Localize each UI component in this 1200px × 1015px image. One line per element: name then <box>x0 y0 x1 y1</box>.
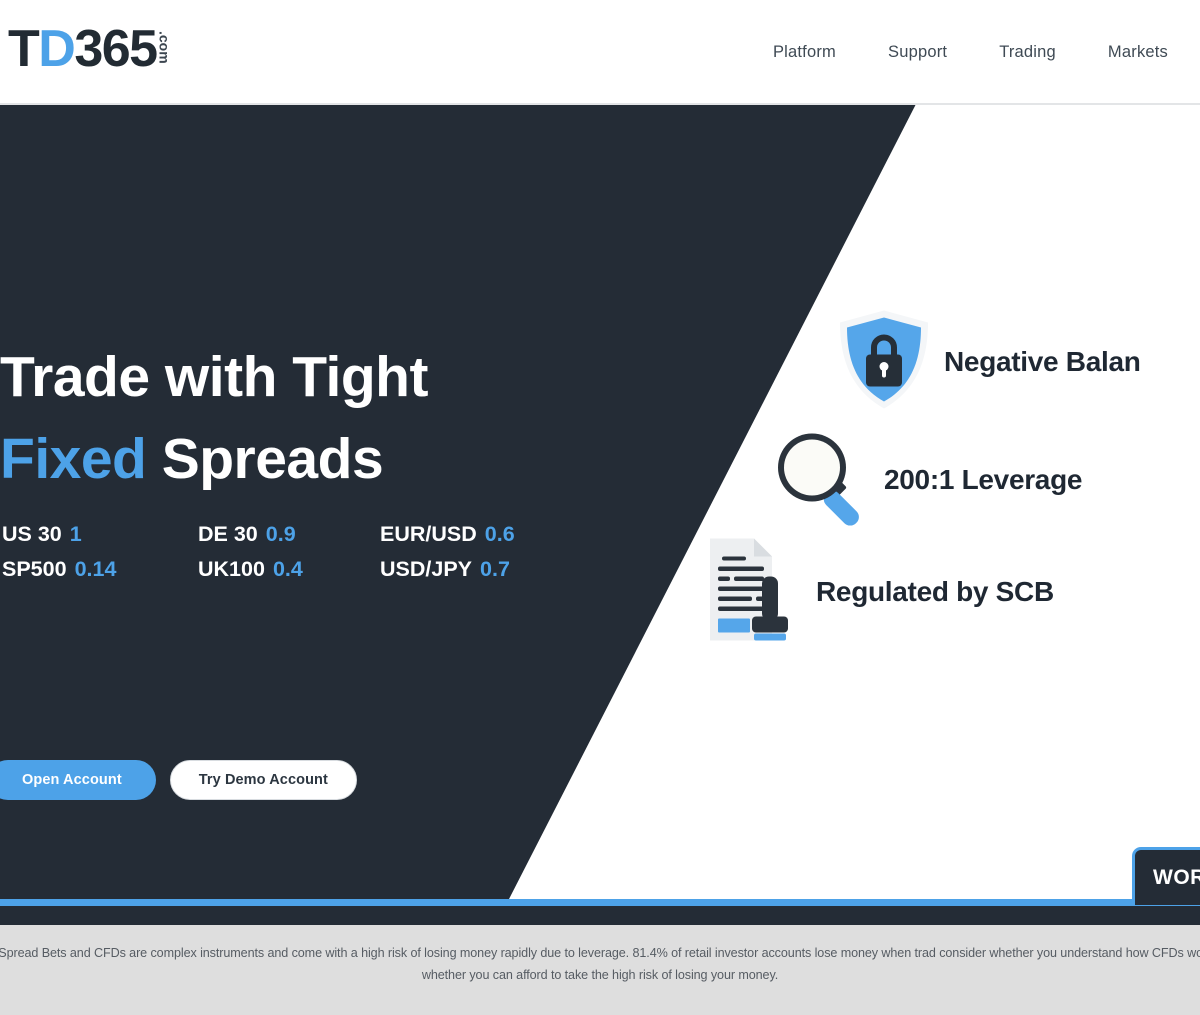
logo-tld: .com <box>156 31 173 64</box>
award-badge[interactable]: WOR <box>1132 847 1200 905</box>
magnifying-glass-icon <box>772 430 874 531</box>
nav-item-trading[interactable]: Trading <box>999 43 1056 62</box>
landing-page: T D 365 .com Platform Support Trading Ma… <box>0 0 1200 1015</box>
disclaimer-text: ancial Spread Bets and CFDs are complex … <box>0 942 1200 986</box>
feature-label: Negative Balan <box>944 346 1141 377</box>
hero-section: Trade with Tight Fixed Spreads US 30 1 D… <box>0 104 1200 901</box>
feature-label: Regulated by SCB <box>816 576 1054 607</box>
header-divider <box>0 103 1200 105</box>
hero-bottom-accent-rule <box>0 899 1200 906</box>
hero-bottom-dark-strip <box>0 906 1200 925</box>
award-badge-label: WOR <box>1153 865 1200 889</box>
main-navigation: Platform Support Trading Markets <box>773 0 1168 104</box>
feature-label: 200:1 Leverage <box>884 464 1083 495</box>
logo-letter-t: T <box>8 20 40 78</box>
brand-logo[interactable]: T D 365 .com <box>8 20 173 78</box>
disclaimer-line-1: ancial Spread Bets and CFDs are complex … <box>0 946 936 960</box>
feature-list: Negative Balan 200:1 Leverage Regulated … <box>0 104 1200 901</box>
shield-lock-icon <box>836 309 932 416</box>
site-header: T D 365 .com Platform Support Trading Ma… <box>0 0 1200 105</box>
nav-item-markets[interactable]: Markets <box>1108 43 1168 62</box>
feature-regulated: Regulated by SCB <box>700 538 1054 641</box>
feature-negative-balance: Negative Balan <box>836 310 1141 409</box>
nav-item-support[interactable]: Support <box>888 43 947 62</box>
feature-leverage: 200:1 Leverage <box>772 433 1083 526</box>
hero-content: Trade with Tight Fixed Spreads US 30 1 D… <box>0 104 1200 901</box>
risk-disclaimer: ancial Spread Bets and CFDs are complex … <box>0 925 1200 1015</box>
logo-number-365: 365 <box>74 20 158 78</box>
nav-item-platform[interactable]: Platform <box>773 43 836 62</box>
logo-letter-d: D <box>38 20 76 78</box>
document-stamp-icon <box>700 535 804 650</box>
